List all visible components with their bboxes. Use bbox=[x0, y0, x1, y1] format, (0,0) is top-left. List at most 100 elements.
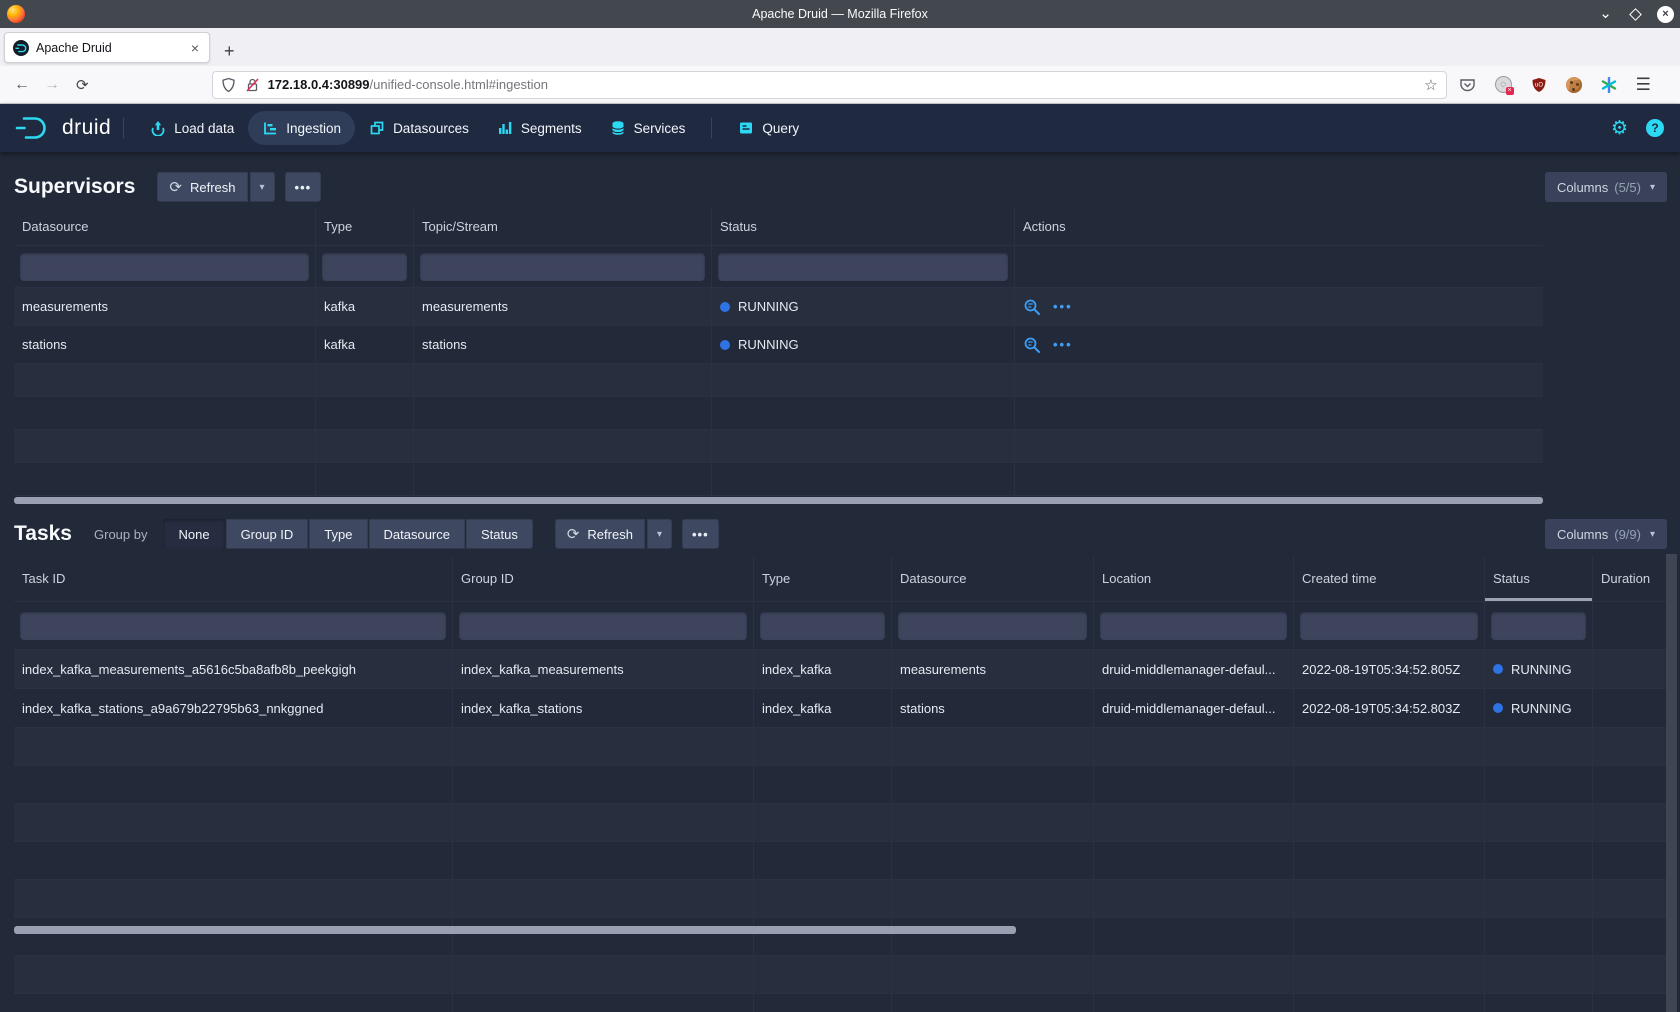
supervisor-filter-input-datasource[interactable] bbox=[20, 253, 309, 281]
tab-apache-druid[interactable]: Apache Druid × bbox=[4, 32, 210, 63]
tab-close-icon[interactable]: × bbox=[189, 40, 201, 56]
task-empty-cell bbox=[1593, 804, 1666, 841]
group-by-option-group-id[interactable]: Group ID bbox=[226, 519, 309, 549]
task-filter-input-status[interactable] bbox=[1491, 612, 1586, 640]
supervisor-header-topic-stream[interactable]: Topic/Stream bbox=[414, 208, 712, 246]
task-row[interactable]: index_kafka_stations_a9a679b22795b63_nnk… bbox=[14, 689, 1666, 728]
tasks-vscrollbar[interactable] bbox=[1666, 554, 1677, 1012]
tasks-columns-button[interactable]: Columns (9/9) ▾ bbox=[1545, 519, 1667, 549]
task-filter-input-group-id[interactable] bbox=[459, 612, 747, 640]
task-header-type[interactable]: Type bbox=[754, 556, 892, 602]
back-button[interactable]: ← bbox=[14, 76, 30, 94]
supervisors-columns-button[interactable]: Columns (5/5) ▾ bbox=[1545, 172, 1667, 202]
bookmark-star-icon[interactable]: ☆ bbox=[1424, 76, 1437, 94]
task-empty-cell bbox=[1485, 918, 1593, 955]
supervisors-header: Supervisors ⟳ Refresh ▾ ••• Columns (5/5… bbox=[0, 152, 1680, 208]
task-empty-cell bbox=[1593, 766, 1666, 803]
task-filter-cell bbox=[892, 602, 1094, 649]
task-header-location[interactable]: Location bbox=[1094, 556, 1294, 602]
supervisor-filter-input-topic-stream[interactable] bbox=[420, 253, 705, 281]
task-header-status[interactable]: Status bbox=[1485, 556, 1593, 602]
supervisor-empty-cell bbox=[316, 397, 414, 429]
nav-label: Segments bbox=[521, 121, 582, 136]
task-filter-cell bbox=[453, 602, 754, 649]
group-by-option-none[interactable]: None bbox=[163, 519, 224, 549]
task-header-group-id[interactable]: Group ID bbox=[453, 556, 754, 602]
help-icon[interactable]: ? bbox=[1646, 119, 1664, 137]
nav-item-segments[interactable]: Segments bbox=[483, 111, 596, 145]
group-by-option-datasource[interactable]: Datasource bbox=[369, 519, 465, 549]
supervisor-filter-input-type[interactable] bbox=[322, 253, 407, 281]
supervisor-header-status[interactable]: Status bbox=[712, 208, 1015, 246]
druid-brand[interactable]: druid bbox=[14, 114, 111, 142]
supervisor-filter-input-status[interactable] bbox=[718, 253, 1008, 281]
inspect-magnifier-icon[interactable] bbox=[1023, 298, 1041, 316]
task-empty-cell bbox=[453, 880, 754, 917]
tasks-more-button[interactable]: ••• bbox=[682, 519, 719, 549]
supervisor-empty-cell bbox=[1015, 397, 1543, 429]
svg-text:uO: uO bbox=[1535, 82, 1543, 88]
task-empty-cell bbox=[892, 728, 1094, 765]
supervisor-empty-cell bbox=[414, 463, 712, 495]
supervisor-header-datasource[interactable]: Datasource bbox=[14, 208, 316, 246]
task-header-datasource[interactable]: Datasource bbox=[892, 556, 1094, 602]
extension-icon[interactable]: ◌× bbox=[1495, 76, 1512, 93]
supervisors-hscrollbar[interactable] bbox=[14, 497, 1543, 504]
nav-item-services[interactable]: Services bbox=[596, 111, 700, 145]
insecure-lock-icon[interactable] bbox=[245, 77, 260, 93]
supervisor-row[interactable]: stationskafkastationsRUNNING••• bbox=[14, 326, 1543, 364]
group-by-option-status[interactable]: Status bbox=[466, 519, 533, 549]
actions-more-icon[interactable]: ••• bbox=[1053, 337, 1073, 352]
group-by-segmented: NoneGroup IDTypeDatasourceStatus bbox=[163, 519, 532, 549]
supervisors-refresh-caret-button[interactable]: ▾ bbox=[250, 172, 275, 202]
task-header-created-time[interactable]: Created time bbox=[1294, 556, 1485, 602]
tasks-refresh-button[interactable]: ⟳ Refresh bbox=[555, 519, 645, 549]
task-filter-input-datasource[interactable] bbox=[898, 612, 1087, 640]
task-filter-input-created-time[interactable] bbox=[1300, 612, 1478, 640]
nav-item-load-data[interactable]: Load data bbox=[136, 111, 248, 145]
new-tab-button[interactable]: + bbox=[224, 44, 235, 58]
task-empty-cell bbox=[892, 994, 1094, 1012]
reload-button[interactable]: ⟳ bbox=[76, 76, 89, 94]
supervisor-header-actions[interactable]: Actions bbox=[1015, 208, 1543, 246]
gear-icon[interactable]: ⚙ bbox=[1611, 117, 1628, 140]
tasks-header: Tasks Group by NoneGroup IDTypeDatasourc… bbox=[0, 504, 1680, 556]
window-close-icon[interactable]: × bbox=[1657, 6, 1674, 23]
tasks-hscrollbar[interactable] bbox=[14, 926, 1016, 934]
pocket-icon[interactable] bbox=[1459, 77, 1476, 93]
task-header-duration[interactable]: Duration bbox=[1593, 556, 1666, 602]
task-filter-input-location[interactable] bbox=[1100, 612, 1287, 640]
group-by-option-type[interactable]: Type bbox=[309, 519, 367, 549]
task-header-task-id[interactable]: Task ID bbox=[14, 556, 453, 602]
supervisors-refresh-button[interactable]: ⟳ Refresh bbox=[157, 172, 247, 202]
tasks-refresh-caret-button[interactable]: ▾ bbox=[647, 519, 672, 549]
supervisors-more-button[interactable]: ••• bbox=[285, 172, 322, 202]
task-empty-cell bbox=[892, 804, 1094, 841]
window-restore-icon[interactable] bbox=[1627, 6, 1644, 23]
cookie-icon[interactable] bbox=[1566, 77, 1582, 93]
ublock-origin-icon[interactable]: uO bbox=[1531, 77, 1547, 93]
actions-more-icon[interactable]: ••• bbox=[1053, 299, 1073, 314]
supervisor-header-type[interactable]: Type bbox=[316, 208, 414, 246]
task-empty-row bbox=[14, 880, 1666, 918]
asterisk-extension-icon[interactable] bbox=[1601, 77, 1617, 93]
nav-item-query[interactable]: Query bbox=[724, 111, 813, 145]
druid-logo-icon bbox=[14, 114, 54, 142]
task-filter-input-task-id[interactable] bbox=[20, 612, 446, 640]
task-filter-input-type[interactable] bbox=[760, 612, 885, 640]
inspect-magnifier-icon[interactable] bbox=[1023, 336, 1041, 354]
window-minimize-icon[interactable]: ⌄ bbox=[1597, 6, 1614, 23]
tracking-shield-icon[interactable] bbox=[221, 77, 236, 93]
task-empty-cell bbox=[1485, 804, 1593, 841]
supervisors-title: Supervisors bbox=[14, 175, 135, 199]
supervisor-row[interactable]: measurementskafkameasurementsRUNNING••• bbox=[14, 288, 1543, 326]
task-empty-cell bbox=[14, 918, 453, 955]
menu-icon[interactable]: ☰ bbox=[1636, 75, 1651, 95]
url-bar[interactable]: 172.18.0.4:30899/unified-console.html#in… bbox=[212, 71, 1447, 99]
task-row[interactable]: index_kafka_measurements_a5616c5ba8afb8b… bbox=[14, 650, 1666, 689]
task-empty-cell bbox=[1593, 880, 1666, 917]
nav-item-datasources[interactable]: Datasources bbox=[355, 111, 483, 145]
nav-item-ingestion[interactable]: Ingestion bbox=[248, 111, 355, 145]
task-empty-cell bbox=[14, 728, 453, 765]
supervisor-empty-row bbox=[14, 463, 1543, 496]
